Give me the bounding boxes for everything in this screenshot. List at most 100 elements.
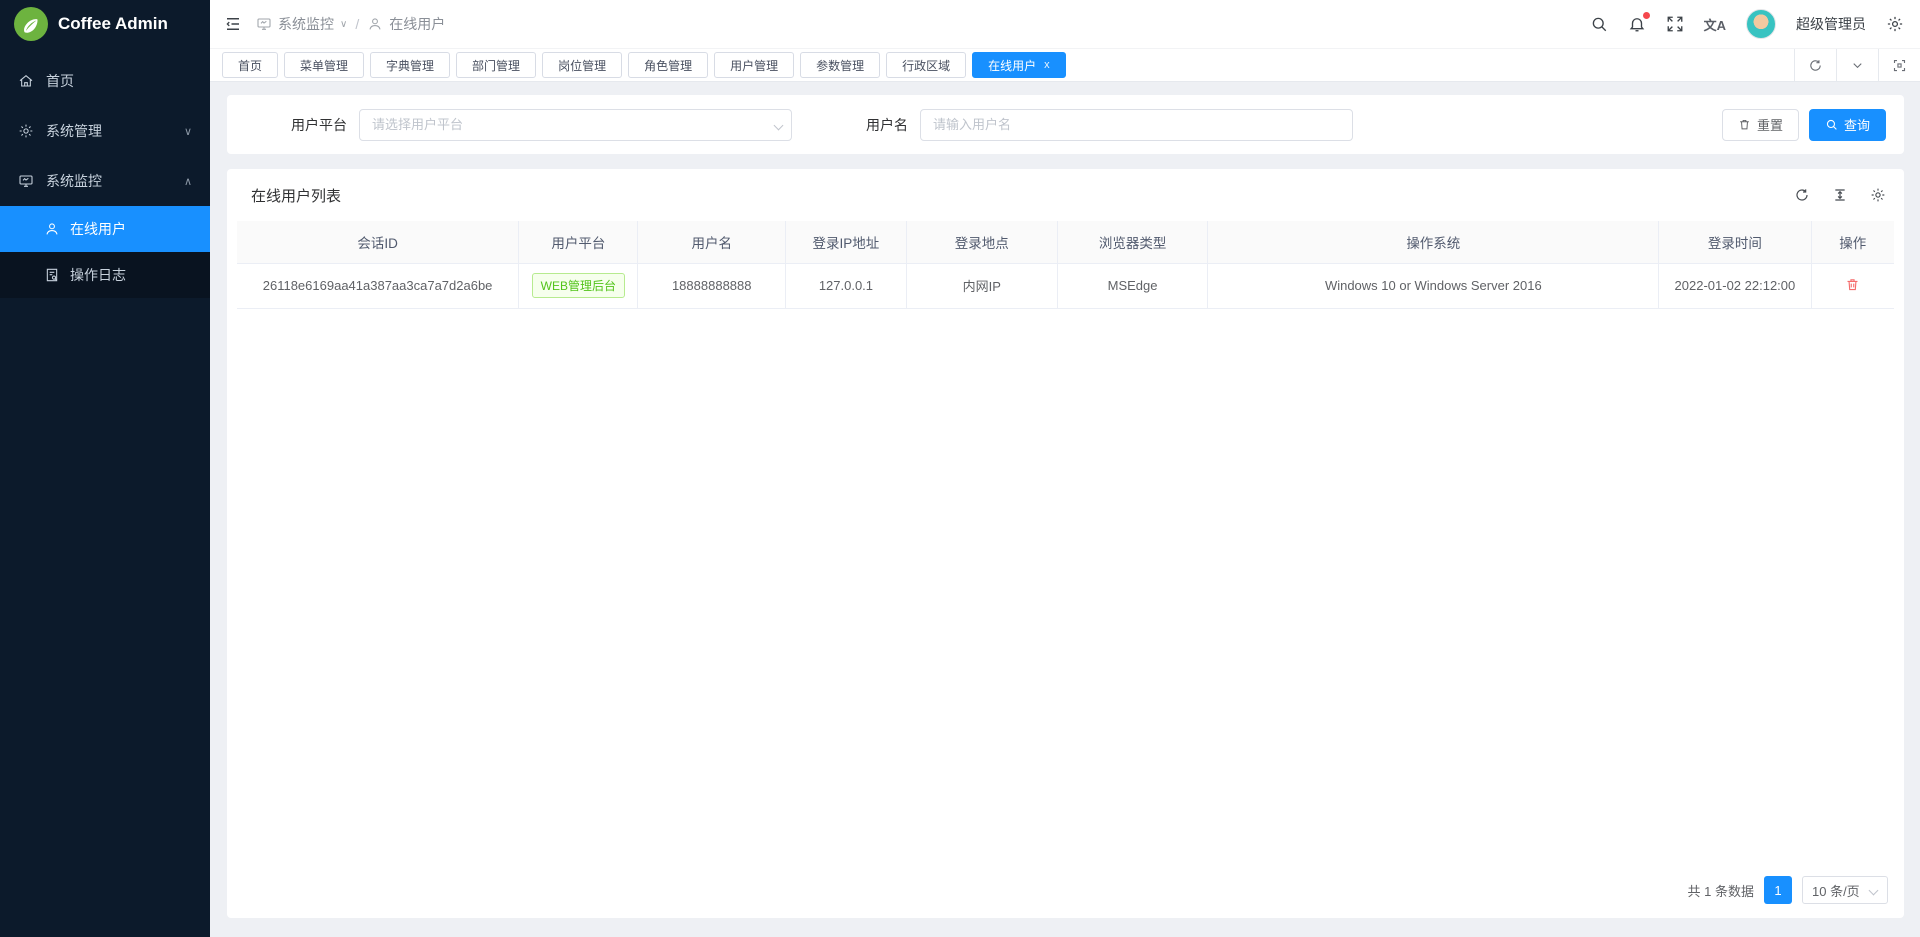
cell-login-ip: 127.0.0.1 [785,263,906,308]
col-user-platform: 用户平台 [519,221,638,263]
collapse-sidebar-icon[interactable] [224,15,242,33]
column-settings-gear-icon[interactable] [1870,187,1886,203]
col-login-ip: 登录IP地址 [785,221,906,263]
leaf-logo-icon [14,7,48,41]
tab-role-management[interactable]: 角色管理 [628,52,708,78]
tab-online-users[interactable]: 在线用户 x [972,52,1066,78]
platform-select-wrap [359,109,792,141]
content: 用户平台 用户名 重置 查询 [210,82,1920,937]
sidebar-menu: 首页 系统管理 ∨ 系统监控 ∧ 在线用户 [0,56,210,298]
sidebar-item-label: 操作日志 [70,265,126,285]
tab-post-management[interactable]: 岗位管理 [542,52,622,78]
page-size-value: 10 条/页 [1812,881,1860,900]
cell-browser-type: MSEdge [1057,263,1208,308]
breadcrumb-current-label: 在线用户 [389,14,445,34]
reset-button-label: 重置 [1757,115,1783,134]
app-title: Coffee Admin [58,14,168,34]
tab-dept-management[interactable]: 部门管理 [456,52,536,78]
username-label: 用户名 [866,115,908,135]
col-login-location: 登录地点 [906,221,1057,263]
user-icon [44,221,60,237]
current-user-name[interactable]: 超级管理员 [1796,14,1866,34]
cell-os: Windows 10 or Windows Server 2016 [1208,263,1659,308]
fullscreen-icon[interactable] [1666,15,1684,33]
breadcrumb: 系统监控 ∨ / 在线用户 [256,14,445,34]
col-actions: 操作 [1811,221,1894,263]
breadcrumb-parent[interactable]: 系统监控 ∨ [256,14,347,34]
table-row: 26118e6169aa41a387aa3ca7a7d2a6be WEB管理后台… [237,263,1894,308]
card-header: 在线用户列表 [237,169,1894,221]
search-button[interactable]: 查询 [1809,109,1886,141]
tab-user-management[interactable]: 用户管理 [714,52,794,78]
row-height-icon[interactable] [1832,187,1848,203]
tab-list-chevron-down-icon[interactable] [1836,49,1878,81]
online-users-table: 会话ID 用户平台 用户名 登录IP地址 登录地点 浏览器类型 操作系统 登录时… [237,221,1894,309]
cell-username: 18888888888 [638,263,785,308]
notification-badge-dot [1643,12,1650,19]
breadcrumb-parent-label: 系统监控 [278,14,334,34]
translate-icon[interactable]: 文A [1704,15,1726,34]
col-username: 用户名 [638,221,785,263]
col-browser-type: 浏览器类型 [1057,221,1208,263]
maximize-content-icon[interactable] [1878,49,1920,81]
delete-row-trash-icon[interactable] [1845,277,1860,292]
breadcrumb-separator: / [355,16,359,32]
cell-login-location: 内网IP [906,263,1057,308]
chevron-down-icon: ∨ [184,125,192,138]
monitor-icon [18,173,34,189]
col-os: 操作系统 [1208,221,1659,263]
pagination: 共 1 条数据 1 10 条/页 [237,866,1894,906]
cell-user-platform: WEB管理后台 [519,263,638,308]
col-login-time: 登录时间 [1659,221,1811,263]
tab-menu-management[interactable]: 菜单管理 [284,52,364,78]
platform-select[interactable] [359,109,792,141]
card-title: 在线用户列表 [251,185,341,206]
notifications-bell-icon[interactable] [1628,15,1646,33]
sidebar-item-online-users[interactable]: 在线用户 [0,206,210,252]
app-logo[interactable]: Coffee Admin [0,0,210,48]
cell-login-time: 2022-01-02 22:12:00 [1659,263,1811,308]
sidebar-item-operation-log[interactable]: 操作日志 [0,252,210,298]
search-icon[interactable] [1590,15,1608,33]
sidebar-item-label: 在线用户 [70,219,126,239]
sidebar-submenu: 在线用户 操作日志 [0,206,210,298]
table-header-row: 会话ID 用户平台 用户名 登录IP地址 登录地点 浏览器类型 操作系统 登录时… [237,221,1894,263]
cell-session-id: 26118e6169aa41a387aa3ca7a7d2a6be [237,263,519,308]
tab-close-icon[interactable]: x [1044,60,1050,71]
pagination-total: 共 1 条数据 [1688,881,1754,900]
user-icon [367,16,383,32]
settings-gear-icon[interactable] [1886,15,1904,33]
sidebar-item-home[interactable]: 首页 [0,56,210,106]
sidebar-item-system-monitor[interactable]: 系统监控 ∧ [0,156,210,206]
sidebar-item-label: 系统监控 [46,171,172,191]
page-size-select[interactable]: 10 条/页 [1802,876,1888,904]
tab-dict-management[interactable]: 字典管理 [370,52,450,78]
home-icon [18,73,34,89]
card-tools [1794,187,1886,203]
monitor-icon [256,16,272,32]
col-session-id: 会话ID [237,221,519,263]
sidebar: Coffee Admin 首页 系统管理 ∨ 系统监控 ∧ [0,0,210,937]
tab-label: 在线用户 [988,57,1036,74]
avatar[interactable] [1746,9,1776,39]
page-tabs-bar: 首页 菜单管理 字典管理 部门管理 岗位管理 角色管理 用户管理 参数管理 行政… [210,48,1920,82]
tab-param-management[interactable]: 参数管理 [800,52,880,78]
log-icon [44,267,60,283]
gear-icon [18,123,34,139]
username-input[interactable] [920,109,1353,141]
tab-tools [1794,49,1920,81]
sidebar-item-label: 系统管理 [46,121,172,141]
tab-admin-region[interactable]: 行政区域 [886,52,966,78]
search-icon [1825,118,1838,131]
refresh-icon[interactable] [1794,187,1810,203]
reset-button[interactable]: 重置 [1722,109,1799,141]
refresh-tab-icon[interactable] [1794,49,1836,81]
main-area: 系统监控 ∨ / 在线用户 [210,0,1920,937]
cell-actions [1811,263,1894,308]
tab-home[interactable]: 首页 [222,52,278,78]
platform-tag: WEB管理后台 [532,273,625,298]
page-button-1[interactable]: 1 [1764,876,1792,904]
page-tabs: 首页 菜单管理 字典管理 部门管理 岗位管理 角色管理 用户管理 参数管理 行政… [210,52,1794,78]
filter-panel: 用户平台 用户名 重置 查询 [227,95,1904,154]
sidebar-item-system-management[interactable]: 系统管理 ∨ [0,106,210,156]
